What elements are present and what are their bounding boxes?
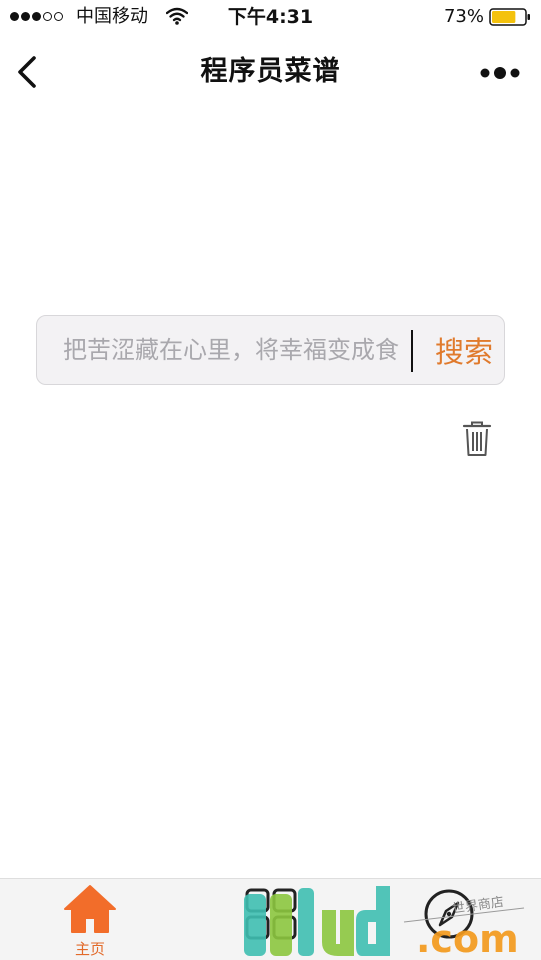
battery-percent: 73% bbox=[443, 6, 484, 27]
home-icon bbox=[64, 885, 116, 933]
tab-home-label: 主页 bbox=[74, 940, 105, 958]
status-bar: 中国移动 下午4:31 73% bbox=[0, 0, 541, 36]
search-bar: 搜索 bbox=[36, 315, 505, 385]
watermark-logo: .com 世界商店 bbox=[244, 886, 525, 960]
tab-home[interactable]: 主页 bbox=[48, 883, 132, 959]
search-input[interactable] bbox=[63, 316, 413, 384]
search-button[interactable]: 搜索 bbox=[423, 316, 505, 384]
more-options-icon[interactable] bbox=[479, 66, 521, 80]
page-title: 程序员菜谱 bbox=[200, 56, 341, 87]
text-cursor bbox=[411, 330, 413, 372]
battery-icon bbox=[489, 8, 530, 26]
trash-icon[interactable] bbox=[462, 420, 492, 458]
watermark-logo-text: .com bbox=[416, 917, 519, 960]
nav-bar: 程序员菜谱 bbox=[0, 36, 541, 108]
